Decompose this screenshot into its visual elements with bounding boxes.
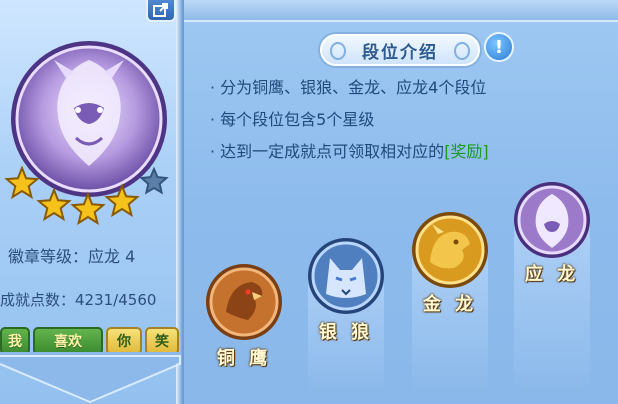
- badge-panel: 徽章等级：应龙 4 成就点数：4231/4560 我 喜欢 你 笑: [0, 0, 184, 404]
- title-swirl-left: [330, 42, 346, 60]
- rank-bronze-eagle[interactable]: 铜 鹰: [204, 262, 284, 372]
- banner-tail: [0, 352, 181, 404]
- quick-emote-bar: 我 喜欢 你 笑: [0, 327, 180, 355]
- achievement-points-text: 成就点数：4231/4560: [0, 291, 157, 309]
- reward-link[interactable]: [奖励]: [444, 142, 489, 161]
- emote-button-wo[interactable]: 我: [0, 327, 30, 355]
- emote-button-xihuan[interactable]: 喜欢: [33, 327, 103, 355]
- gold-dragon-icon: [412, 212, 488, 288]
- bronze-eagle-icon: [206, 264, 282, 340]
- star-filled-icon: [70, 191, 106, 226]
- silver-wolf-icon: [308, 238, 384, 314]
- rank-label: 银 狼: [318, 322, 374, 343]
- rank-label: 金 龙: [422, 294, 478, 315]
- share-icon: [153, 3, 168, 17]
- star-empty-icon: [139, 166, 169, 195]
- intro-bullet-text: · 达到一定成就点可领取相对应的: [210, 142, 445, 161]
- rank-label: 应 龙: [524, 264, 580, 285]
- rank-intro-list: · 分为铜鹰、银狼、金龙、应龙4个段位 · 每个段位包含5个星级 · 达到一定成…: [210, 72, 489, 168]
- star-rating: [4, 166, 169, 226]
- rank-intro-area: 段位介绍 ! · 分为铜鹰、银狼、金龙、应龙4个段位 · 每个段位包含5个星级 …: [184, 0, 618, 404]
- intro-bullet-text: · 每个段位包含5个星级: [210, 110, 375, 129]
- star-filled-icon: [4, 166, 40, 200]
- top-border: [184, 0, 618, 22]
- purple-dragon-icon: [514, 182, 590, 258]
- emote-button-ni[interactable]: 你: [106, 327, 142, 355]
- rank-silver-wolf[interactable]: 银 狼: [306, 236, 386, 346]
- star-filled-icon: [36, 187, 72, 222]
- emote-button-xiao[interactable]: 笑: [145, 327, 179, 355]
- rank-label: 铜 鹰: [216, 348, 272, 369]
- badge-level-text: 徽章等级：应龙 4: [8, 247, 136, 266]
- star-filled-icon: [104, 183, 140, 218]
- rank-gold-dragon[interactable]: 金 龙: [410, 210, 490, 320]
- intro-bullet-1: · 分为铜鹰、银狼、金龙、应龙4个段位: [210, 72, 489, 104]
- share-button[interactable]: [146, 0, 176, 22]
- rank-purple-dragon[interactable]: 应 龙: [512, 180, 592, 290]
- section-title: 段位介绍: [320, 34, 480, 66]
- exclamation-icon[interactable]: !: [484, 32, 514, 62]
- title-swirl-right: [454, 42, 470, 60]
- intro-bullet-3: · 达到一定成就点可领取相对应的[奖励]: [210, 136, 489, 168]
- intro-bullet-2: · 每个段位包含5个星级: [210, 104, 489, 136]
- intro-bullet-text: · 分为铜鹰、银狼、金龙、应龙4个段位: [210, 78, 487, 97]
- section-title-text: 段位介绍: [362, 42, 438, 63]
